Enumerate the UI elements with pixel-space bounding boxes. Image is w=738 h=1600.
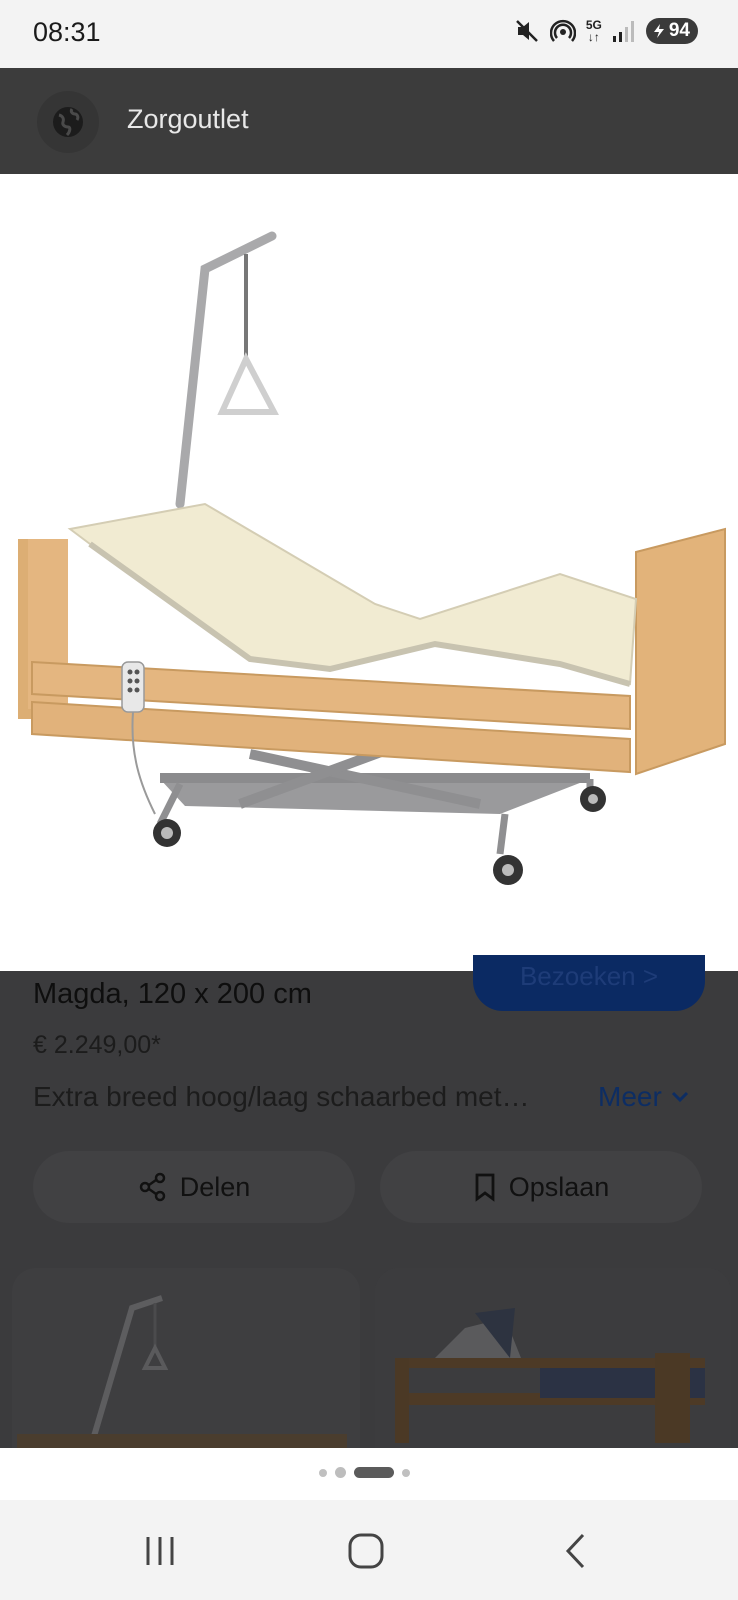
product-price: € 2.249,00* <box>33 1031 161 1059</box>
related-image-card[interactable] <box>12 1268 360 1448</box>
pager-dot[interactable] <box>335 1467 346 1478</box>
visit-button[interactable]: Bezoeken > <box>473 955 705 1011</box>
share-icon <box>139 1172 165 1202</box>
site-header: Zorgoutlet <box>0 68 738 174</box>
clock: 08:31 <box>33 17 101 47</box>
home-icon <box>348 1533 384 1569</box>
network-type: 5G ↓↑ <box>586 19 602 43</box>
more-button[interactable]: Meer <box>598 1081 690 1113</box>
site-favicon[interactable] <box>37 91 99 153</box>
back-button[interactable] <box>546 1526 606 1576</box>
product-description: Extra breed hoog/laag schaarbed met… <box>33 1081 530 1112</box>
image-pager <box>0 1448 738 1500</box>
mute-icon <box>515 20 538 42</box>
product-title[interactable]: Magda, 120 x 200 cm <box>33 978 312 1011</box>
site-name[interactable]: Zorgoutlet <box>127 104 249 135</box>
status-icons: 5G ↓↑ 94 <box>514 18 698 44</box>
related-bed-thumbnail <box>17 1295 347 1448</box>
globe-icon <box>53 107 83 137</box>
battery-level: 94 <box>668 20 690 41</box>
status-bar: 08:31 5G ↓↑ 94 <box>0 0 738 68</box>
chevron-down-icon <box>671 1091 688 1103</box>
battery-icon <box>653 24 664 38</box>
related-image-card[interactable] <box>375 1268 731 1448</box>
share-button[interactable]: Delen <box>33 1151 355 1223</box>
pager-dot-active[interactable] <box>354 1467 394 1478</box>
signal-icon <box>612 21 634 42</box>
pager-dot[interactable] <box>402 1468 410 1477</box>
hotspot-icon <box>549 19 576 42</box>
back-icon <box>565 1533 585 1569</box>
more-label: Meer <box>598 1081 662 1112</box>
system-nav-bar <box>0 1500 738 1600</box>
battery-indicator: 94 <box>645 18 698 44</box>
pager-dots <box>319 1467 410 1478</box>
bookmark-icon <box>475 1173 495 1202</box>
pager-dot[interactable] <box>319 1468 327 1477</box>
product-image[interactable] <box>0 174 738 971</box>
recents-icon <box>146 1537 174 1565</box>
save-label: Opslaan <box>508 1171 610 1202</box>
data-arrows: ↓↑ <box>587 30 600 44</box>
share-label: Delen <box>179 1171 251 1202</box>
recents-button[interactable] <box>130 1526 190 1576</box>
save-button[interactable]: Opslaan <box>380 1151 702 1223</box>
hospital-bed-illustration <box>18 231 726 885</box>
home-button[interactable] <box>336 1526 396 1576</box>
related-bed-thumbnail <box>375 1268 731 1448</box>
